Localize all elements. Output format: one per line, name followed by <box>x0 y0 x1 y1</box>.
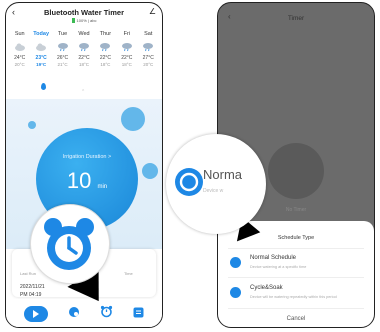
hourglass-icon <box>230 287 241 298</box>
zoom-lens-alarm <box>30 204 110 284</box>
divider <box>228 277 364 278</box>
weather-forecast: Sun 24°C 20°C Today 23°C 19°C Tue 26°C 2… <box>9 31 159 67</box>
weather-day-label: Sun <box>14 31 25 37</box>
play-button[interactable] <box>24 306 48 322</box>
weather-day-label: Tue <box>57 31 68 37</box>
weather-day-tue: Tue 26°C 21°C <box>52 31 73 67</box>
time-label: Time <box>124 271 133 276</box>
weather-high: 23°C <box>35 55 47 61</box>
weather-high: 22°C <box>78 55 90 61</box>
weather-low: 20°C <box>14 62 25 67</box>
weather-low: 20°C <box>143 62 154 67</box>
weather-low: 18°C <box>121 62 132 67</box>
last-run-date: 2022/11/21 <box>20 284 45 290</box>
alarm-clock-icon[interactable] <box>100 305 113 323</box>
battery-icon <box>71 18 75 24</box>
leaf-icon[interactable] <box>68 305 80 323</box>
option-cycle-soak[interactable]: Cycle&Soak Device will be watering repea… <box>226 283 366 305</box>
decor-bubble <box>28 121 36 129</box>
play-icon <box>33 310 39 318</box>
page-title: Timer <box>287 15 305 22</box>
device-status: 100% | abc <box>6 18 162 24</box>
zoom-option-desc: Device w <box>203 188 224 194</box>
weather-low: 21°C <box>57 62 68 67</box>
timer-empty-illustration <box>268 143 324 199</box>
weather-day-label: Thur <box>99 31 112 37</box>
weather-day-sun: Sun 24°C 20°C <box>9 31 30 67</box>
divider <box>228 308 364 309</box>
list-icon[interactable] <box>133 305 144 323</box>
weather-day-fri: Fri 22°C 18°C <box>116 31 137 67</box>
duration-number: 10 <box>66 168 92 193</box>
weather-low: 18°C <box>100 62 111 67</box>
option-title: Cycle&Soak <box>250 285 283 291</box>
weather-low: 19°C <box>36 62 47 67</box>
edit-icon[interactable]: ∠ <box>149 7 156 16</box>
decor-bubble <box>121 107 145 131</box>
option-normal-schedule[interactable]: Normal Schedule Device watering at a spe… <box>226 253 366 275</box>
weather-high: 27°C <box>142 55 154 61</box>
cancel-button[interactable]: Cancel <box>218 316 374 322</box>
weather-day-label: Sat <box>144 31 153 37</box>
divider <box>228 248 364 249</box>
weather-low: 18°C <box>78 62 89 67</box>
weather-high: 22°C <box>99 55 111 61</box>
rain-cloud-icon <box>52 41 73 53</box>
weather-day-label: Fri <box>123 31 131 37</box>
cloud-icon <box>30 41 51 53</box>
decor-bubble <box>142 163 158 179</box>
weather-high: 26°C <box>56 55 69 61</box>
device-status-text: 100% | abc <box>76 18 97 23</box>
weather-day-thur: Thur 22°C 18°C <box>95 31 116 67</box>
weather-day-today: Today 23°C 19°C <box>30 31 51 67</box>
chevron-up-icon[interactable]: ⌃ <box>81 89 85 95</box>
rain-cloud-icon <box>138 41 159 53</box>
rain-cloud-icon <box>95 41 116 53</box>
cloud-icon <box>9 41 30 53</box>
clock-icon <box>175 168 203 196</box>
zoom-lens-normal-schedule <box>166 134 266 234</box>
water-drop-icon <box>41 83 46 90</box>
weather-day-wed: Wed 22°C 18°C <box>73 31 94 67</box>
weather-high: 24°C <box>14 55 26 61</box>
weather-day-sat: Sat 27°C 20°C <box>138 31 159 67</box>
option-desc: Device watering at a specific time <box>250 265 307 269</box>
rain-cloud-icon <box>116 41 137 53</box>
weather-day-label: Wed <box>78 31 90 37</box>
irrigation-duration-value: 10 min <box>36 168 138 194</box>
irrigation-duration-label[interactable]: Irrigation Duration > <box>36 154 138 160</box>
option-desc: Device will be watering repeatedly withi… <box>250 295 337 299</box>
last-run-time: PM 04:19 <box>20 292 42 298</box>
rain-cloud-icon <box>73 41 94 53</box>
alarm-clock-icon <box>44 218 94 270</box>
page-title: Bluetooth Water Timer <box>43 8 124 17</box>
weather-high: 22°C <box>121 55 133 61</box>
clock-icon <box>230 257 241 268</box>
option-title: Normal Schedule <box>250 255 297 261</box>
weather-day-label: Today <box>33 31 50 37</box>
duration-unit: min <box>97 184 108 190</box>
zoom-option-title: Norma <box>203 167 243 182</box>
